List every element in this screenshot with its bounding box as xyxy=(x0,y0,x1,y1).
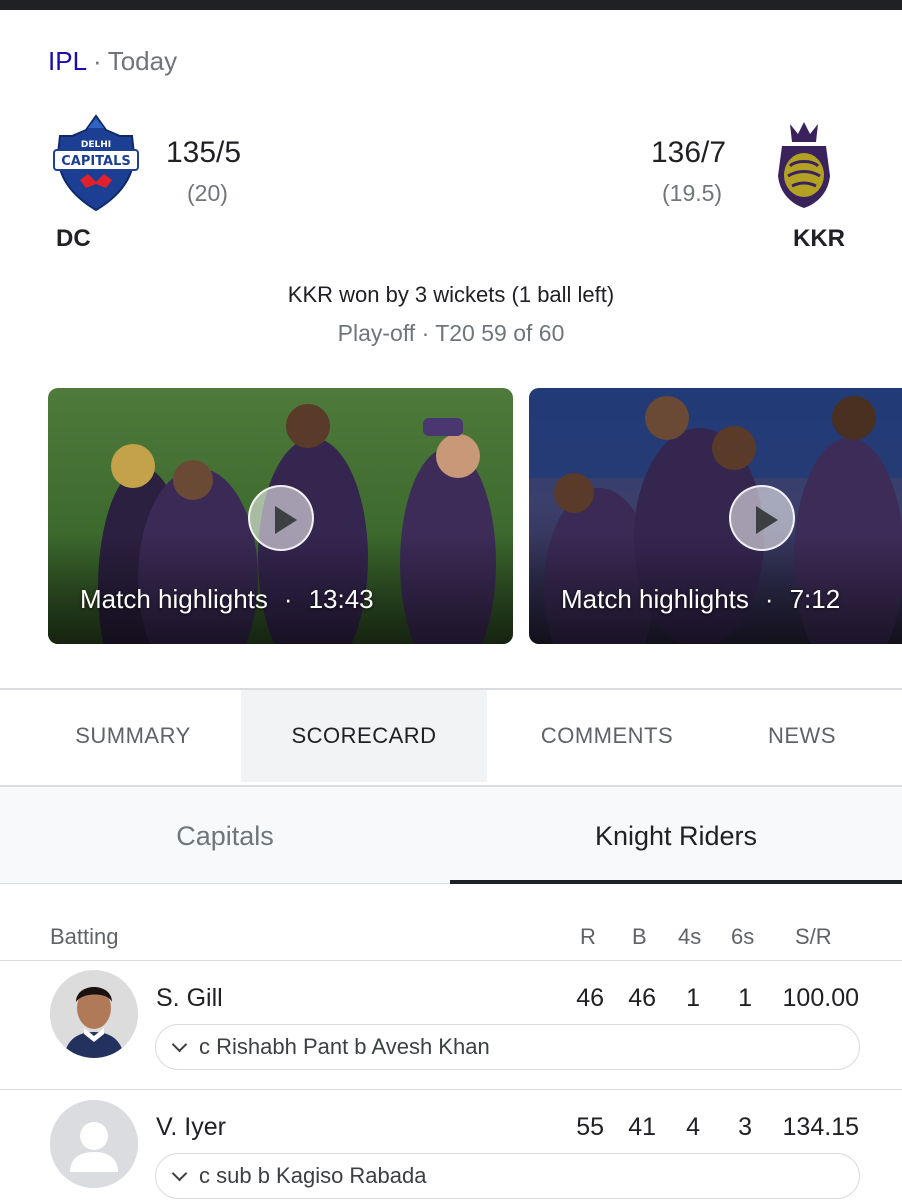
highlights-video-2[interactable]: Match highlights · 7:12 xyxy=(529,388,902,644)
runs: 46 xyxy=(576,984,604,1012)
dc-score: 135/5 xyxy=(166,136,242,169)
avatar xyxy=(50,970,138,1058)
match-day: Today xyxy=(107,46,178,76)
team-tab-knight-riders[interactable]: Knight Riders xyxy=(450,788,902,884)
dc-abbr: DC xyxy=(56,225,91,252)
sixes: 3 xyxy=(738,1113,752,1141)
fours: 4 xyxy=(686,1113,700,1141)
dc-team-logo: DELHI CAPITALS xyxy=(50,114,142,212)
tab-summary[interactable]: SUMMARY xyxy=(0,690,266,782)
kkr-overs: (19.5) xyxy=(662,180,723,206)
video-title: Match highlights xyxy=(80,584,268,614)
col-runs-header: R xyxy=(580,924,596,949)
highlights-video-1[interactable]: Match highlights · 13:43 xyxy=(48,388,513,644)
dismissal-chip[interactable]: c Rishabh Pant b Avesh Khan xyxy=(155,1024,860,1070)
dc-logo-text-main: CAPITALS xyxy=(61,154,131,169)
divider xyxy=(0,1089,902,1090)
tab-scorecard[interactable]: SCORECARD xyxy=(241,690,487,782)
strike-rate: 100.00 xyxy=(782,984,859,1012)
match-result: KKR won by 3 wickets (1 ball left) xyxy=(287,282,615,307)
dismissal-chip[interactable]: c sub b Kagiso Rabada xyxy=(155,1153,860,1199)
active-team-indicator xyxy=(450,880,902,884)
video-duration: 7:12 xyxy=(789,584,841,614)
video-caption: Match highlights · 7:12 xyxy=(561,584,841,614)
chevron-down-icon xyxy=(171,1036,188,1052)
sixes: 1 xyxy=(738,984,752,1012)
runs: 55 xyxy=(576,1113,604,1141)
league-link[interactable]: IPL xyxy=(48,46,87,76)
col-sixes-header: 6s xyxy=(731,924,755,949)
player-name[interactable]: V. Iyer xyxy=(156,1113,226,1142)
chevron-down-icon xyxy=(171,1165,188,1181)
kkr-abbr: KKR xyxy=(793,225,845,252)
team-tab-capitals[interactable]: Capitals xyxy=(0,788,450,884)
divider xyxy=(0,960,902,961)
play-icon[interactable] xyxy=(729,485,795,551)
dismissal-text: c Rishabh Pant b Avesh Khan xyxy=(199,1034,490,1059)
dc-logo-text-top: DELHI xyxy=(81,140,111,150)
play-icon[interactable] xyxy=(248,485,314,551)
league-header: IPL · Today xyxy=(48,46,178,76)
video-title: Match highlights xyxy=(561,584,749,614)
col-fours-header: 4s xyxy=(678,924,702,949)
balls: 41 xyxy=(628,1113,656,1141)
match-stage: Play-off · T20 59 of 60 xyxy=(337,320,565,346)
kkr-team-logo xyxy=(772,120,836,210)
team-tabs: Capitals Knight Riders xyxy=(0,788,902,884)
video-caption: Match highlights · 13:43 xyxy=(80,584,374,614)
dismissal-text: c sub b Kagiso Rabada xyxy=(199,1163,427,1188)
col-balls-header: B xyxy=(632,924,647,949)
player-name[interactable]: S. Gill xyxy=(156,984,223,1013)
status-bar xyxy=(0,0,902,10)
fours: 1 xyxy=(686,984,700,1012)
tab-news[interactable]: NEWS xyxy=(727,690,877,782)
kkr-score: 136/7 xyxy=(651,136,727,169)
avatar xyxy=(50,1100,138,1188)
col-strike-rate-header: S/R xyxy=(795,924,832,949)
batting-header: Batting xyxy=(50,924,119,949)
divider xyxy=(0,785,902,787)
video-duration: 13:43 xyxy=(308,584,374,614)
dc-overs: (20) xyxy=(187,180,228,206)
balls: 46 xyxy=(628,984,656,1012)
strike-rate: 134.15 xyxy=(782,1113,859,1141)
tab-comments[interactable]: COMMENTS xyxy=(487,690,727,782)
